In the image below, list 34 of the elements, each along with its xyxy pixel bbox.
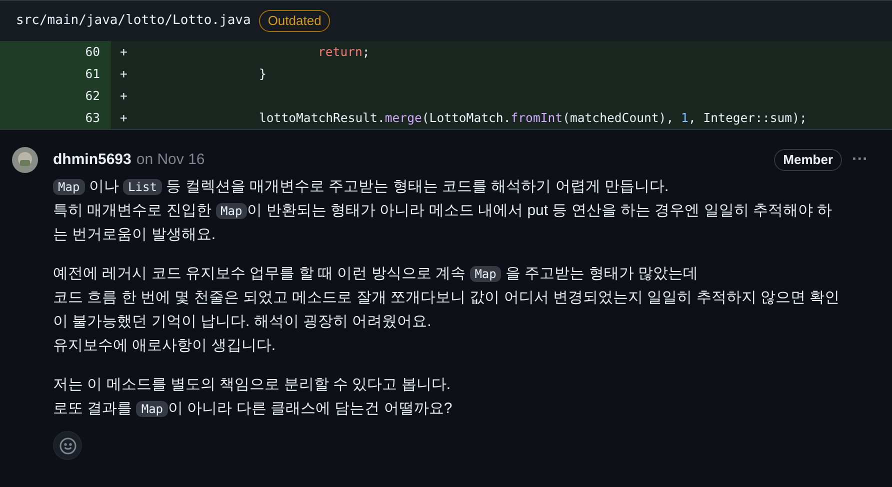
code-line: } bbox=[259, 66, 266, 83]
emoji-reaction-button[interactable] bbox=[53, 431, 82, 460]
comment-date[interactable]: on Nov 16 bbox=[136, 148, 205, 172]
inline-code: Map bbox=[470, 266, 502, 282]
inline-code: Map bbox=[136, 401, 168, 417]
line-number: 62 bbox=[0, 85, 111, 107]
more-button[interactable]: ··· bbox=[850, 152, 870, 168]
diff-sign: + bbox=[119, 110, 128, 127]
member-label: Member bbox=[774, 149, 842, 171]
comment-line: 코드 흐름 한 번에 몇 천줄은 되었고 메소드로 잘개 쪼개다보니 값이 어디서 변경되었는지 일일히 추적하지 않으면 확인 bbox=[53, 288, 840, 308]
inline-code: Map bbox=[53, 179, 85, 195]
comment-line: Map 이나 List 등 컬렉션을 매개변수로 주고받는 형태는 코드를 해석하기 어렵게 만듭니다. bbox=[53, 175, 669, 199]
line-number: 61 bbox=[0, 63, 111, 85]
line-number: 63 bbox=[0, 107, 111, 129]
file-path[interactable]: src/main/java/lotto/Lotto.java bbox=[16, 11, 251, 31]
avatar[interactable] bbox=[12, 147, 38, 173]
inline-code: Map bbox=[216, 203, 248, 219]
diff-sign: + bbox=[119, 44, 128, 61]
author-name[interactable]: dhmin5693 bbox=[53, 148, 132, 172]
comment-line: 는 번거로움이 발생해요. bbox=[53, 225, 216, 245]
smiley-icon bbox=[58, 436, 76, 454]
code-line: lottoMatchResult.merge(LottoMatch.fromInt(matchedCount), 1, Integer::sum); bbox=[259, 110, 807, 127]
comment-line: 이 불가능했던 기억이 납니다. 해석이 굉장히 어려웠어요. bbox=[53, 312, 432, 332]
code-line: return; bbox=[318, 44, 370, 61]
diff-sign: + bbox=[119, 88, 128, 105]
outdated-label: Outdated bbox=[258, 10, 330, 32]
line-number: 60 bbox=[0, 41, 111, 63]
comment-line: 특히 매개변수로 진입한 Map 이 반환되는 형태가 아니라 메소드 내에서 put 등 연산을 하는 경우엔 일일히 추적해야 하 bbox=[53, 201, 832, 221]
inline-code: List bbox=[123, 179, 162, 195]
comment-line: 예전에 레거시 코드 유지보수 업무를 할 때 이런 방식으로 계속 Map 을 주고받는 형태가 많았는데 bbox=[53, 264, 698, 284]
comment-line: 유지보수에 애로사항이 생깁니다. bbox=[53, 336, 276, 356]
comment-line: 로또 결과를 Map 이 아니라 다른 클래스에 담는건 어떨까요? bbox=[53, 399, 452, 419]
comment-line: 저는 이 메소드를 별도의 책임으로 분리할 수 있다고 봅니다. bbox=[53, 375, 451, 395]
diff-sign: + bbox=[119, 66, 128, 83]
